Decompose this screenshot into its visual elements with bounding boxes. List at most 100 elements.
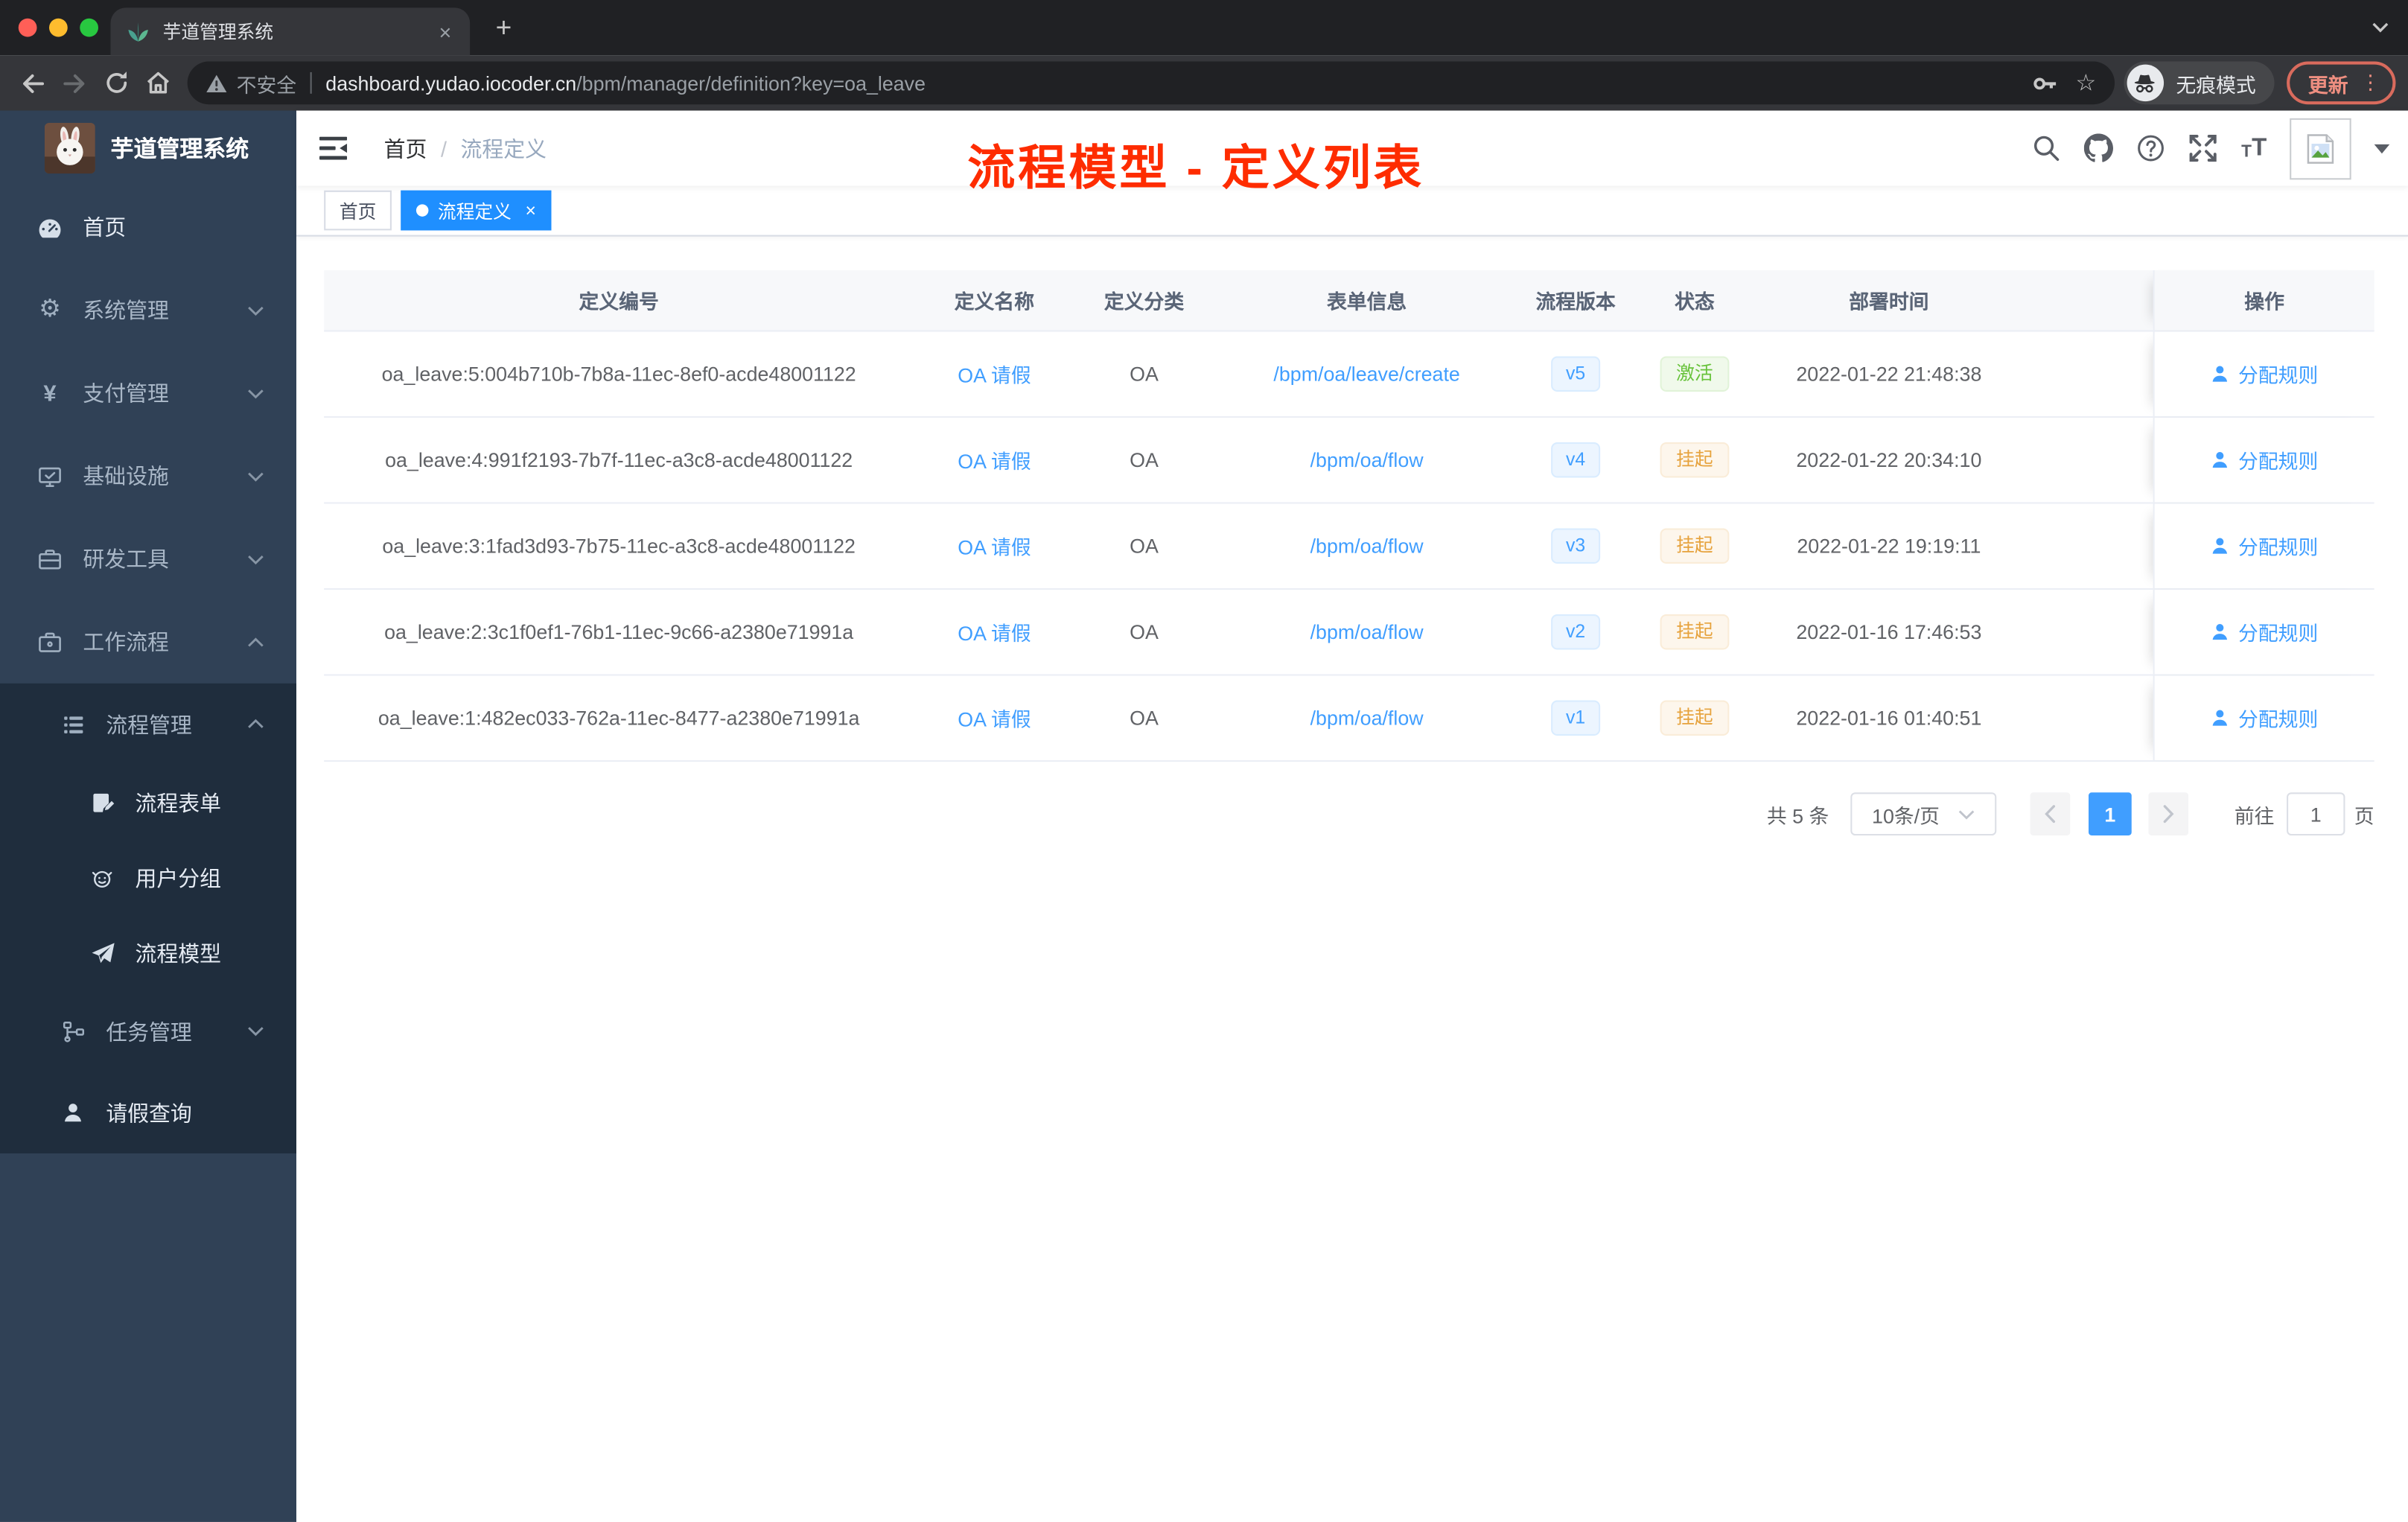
sidebar-item-workflow[interactable]: 工作流程 xyxy=(0,600,296,683)
new-tab-button[interactable]: + xyxy=(485,9,523,46)
sidebar-item-process-form[interactable]: 流程表单 xyxy=(0,765,296,840)
zoom-window-button[interactable] xyxy=(80,18,98,37)
chevron-down-icon xyxy=(247,554,264,564)
sidebar-item-infrastructure[interactable]: 基础设施 xyxy=(0,435,296,518)
sidebar-item-system[interactable]: ⚙ 系统管理 xyxy=(0,269,296,351)
cell-deploy-time: 2022-01-22 19:19:11 xyxy=(1797,534,1981,558)
page-size-select[interactable]: 10条/页 xyxy=(1850,792,1997,835)
cell-definition-id: oa_leave:4:991f2193-7b7f-11ec-a3c8-acde4… xyxy=(385,448,853,472)
github-icon[interactable] xyxy=(2084,133,2114,162)
incognito-label: 无痕模式 xyxy=(2176,72,2256,96)
screenshot-viewport: 芋道管理系统 × + 不安全 dashboard.yudao.iocoder.c… xyxy=(0,0,2408,1522)
browser-menu-dots-icon[interactable]: ⋮ xyxy=(2360,71,2380,95)
version-badge: v1 xyxy=(1550,700,1601,736)
workflow-submenu: 流程管理 流程表单 用户分组 流程模型 任务管理 请假查询 xyxy=(0,683,297,1153)
app-title: 芋道管理系统 xyxy=(110,136,249,163)
goto-page-input[interactable]: 1 xyxy=(2287,792,2345,835)
logo-rabbit-avatar xyxy=(44,123,95,174)
collapse-sidebar-icon[interactable] xyxy=(319,136,348,160)
pagination-total: 共 5 条 xyxy=(1766,803,1829,827)
font-size-icon[interactable]: TT xyxy=(2241,136,2267,161)
breadcrumb-separator: / xyxy=(440,136,447,161)
sidebar-item-process-management[interactable]: 流程管理 xyxy=(0,684,296,765)
assign-rule-link[interactable]: 分配规则 xyxy=(2211,532,2318,561)
incognito-badge: 无痕模式 xyxy=(2124,61,2275,105)
form-link[interactable]: /bpm/oa/flow xyxy=(1310,620,1424,643)
cell-category: OA xyxy=(1130,620,1159,644)
page-number-current[interactable]: 1 xyxy=(2088,792,2132,835)
robot-face-icon xyxy=(88,865,117,890)
column-header: 部署时间 xyxy=(1849,290,1929,313)
toolbox-icon xyxy=(35,546,64,572)
cell-category: OA xyxy=(1130,448,1159,472)
omnibox-divider xyxy=(310,71,312,94)
column-header: 定义编号 xyxy=(579,290,659,313)
security-status[interactable]: 不安全 xyxy=(206,69,296,98)
definition-name-link[interactable]: OA 请假 xyxy=(958,445,1031,474)
search-icon[interactable] xyxy=(2033,133,2062,162)
tag-process-definition[interactable]: 流程定义 × xyxy=(401,190,552,231)
home-button[interactable] xyxy=(137,62,179,105)
cell-definition-id: oa_leave:2:3c1f0ef1-76b1-11ec-9c66-a2380… xyxy=(384,620,854,644)
browser-toolbar: 不安全 dashboard.yudao.iocoder.cn/bpm/manag… xyxy=(0,55,2408,111)
help-icon[interactable] xyxy=(2137,133,2166,162)
form-link[interactable]: /bpm/oa/flow xyxy=(1310,448,1424,471)
main-area: 首页 / 流程定义 TT 首页 流程定义 × 定义编号 定义名称 定义分类 表单… xyxy=(296,110,2408,1522)
bookmark-star-icon[interactable]: ☆ xyxy=(2076,71,2097,95)
forward-arrow-icon xyxy=(63,73,85,92)
assign-rule-link[interactable]: 分配规则 xyxy=(2211,445,2318,474)
tag-home[interactable]: 首页 xyxy=(324,190,392,231)
sidebar-item-label: 任务管理 xyxy=(106,1019,192,1044)
tag-close-icon[interactable]: × xyxy=(525,200,535,221)
sidebar-item-label: 首页 xyxy=(83,214,127,240)
assign-rule-link[interactable]: 分配规则 xyxy=(2211,704,2318,733)
avatar[interactable] xyxy=(2290,117,2351,179)
browser-tab[interactable]: 芋道管理系统 × xyxy=(110,7,471,56)
sidebar-item-payment[interactable]: ¥ 支付管理 xyxy=(0,351,296,434)
cell-deploy-time: 2022-01-16 01:40:51 xyxy=(1796,706,1982,730)
assign-rule-link[interactable]: 分配规则 xyxy=(2211,617,2318,646)
reload-button[interactable] xyxy=(95,62,137,105)
update-button[interactable]: 更新 ⋮ xyxy=(2287,61,2396,105)
tab-close-icon[interactable]: × xyxy=(436,19,454,44)
definition-name-link[interactable]: OA 请假 xyxy=(958,617,1031,646)
prev-page-button[interactable] xyxy=(2030,792,2071,835)
forward-button[interactable] xyxy=(54,62,95,105)
column-header: 操作 xyxy=(2153,270,2374,331)
sidebar-item-home[interactable]: 首页 xyxy=(0,186,296,269)
definition-name-link[interactable]: OA 请假 xyxy=(958,532,1031,561)
paper-plane-icon xyxy=(88,940,117,965)
definition-name-link[interactable]: OA 请假 xyxy=(958,704,1031,733)
status-badge: 激活 xyxy=(1660,356,1729,392)
chevron-up-icon xyxy=(247,719,264,729)
table-row: oa_leave:2:3c1f0ef1-76b1-11ec-9c66-a2380… xyxy=(324,590,2374,676)
assign-rule-link[interactable]: 分配规则 xyxy=(2211,360,2318,389)
sidebar-item-process-model[interactable]: 流程模型 xyxy=(0,915,296,990)
form-link[interactable]: /bpm/oa/flow xyxy=(1310,535,1424,558)
chevron-left-icon xyxy=(2045,805,2055,824)
definition-name-link[interactable]: OA 请假 xyxy=(958,360,1031,389)
sidebar-logo[interactable]: 芋道管理系统 xyxy=(0,111,296,186)
address-bar[interactable]: 不安全 dashboard.yudao.iocoder.cn/bpm/manag… xyxy=(187,61,2115,105)
sidebar-item-leave-query[interactable]: 请假查询 xyxy=(0,1072,296,1153)
form-link[interactable]: /bpm/oa/flow xyxy=(1310,707,1424,730)
table-row: oa_leave:1:482ec033-762a-11ec-8477-a2380… xyxy=(324,675,2374,762)
tag-label: 流程定义 xyxy=(437,200,512,223)
close-window-button[interactable] xyxy=(18,18,37,37)
tag-label: 首页 xyxy=(339,200,377,223)
next-page-button[interactable] xyxy=(2148,792,2188,835)
tab-overflow-chevron-icon[interactable] xyxy=(2372,22,2390,34)
fullscreen-icon[interactable] xyxy=(2189,133,2218,162)
minimize-window-button[interactable] xyxy=(49,18,68,37)
avatar-caret-down-icon[interactable] xyxy=(2374,143,2390,153)
password-key-icon[interactable] xyxy=(2031,70,2057,96)
breadcrumb-home[interactable]: 首页 xyxy=(384,133,427,163)
monitor-icon xyxy=(35,463,64,489)
form-link[interactable]: /bpm/oa/leave/create xyxy=(1273,363,1459,386)
sidebar-item-user-group[interactable]: 用户分组 xyxy=(0,840,296,915)
sidebar-item-label: 流程表单 xyxy=(135,790,222,815)
sidebar-item-dev-tools[interactable]: 研发工具 xyxy=(0,518,296,600)
back-button[interactable] xyxy=(13,62,54,105)
gear-icon: ⚙ xyxy=(39,296,61,323)
sidebar-item-task-management[interactable]: 任务管理 xyxy=(0,990,296,1072)
